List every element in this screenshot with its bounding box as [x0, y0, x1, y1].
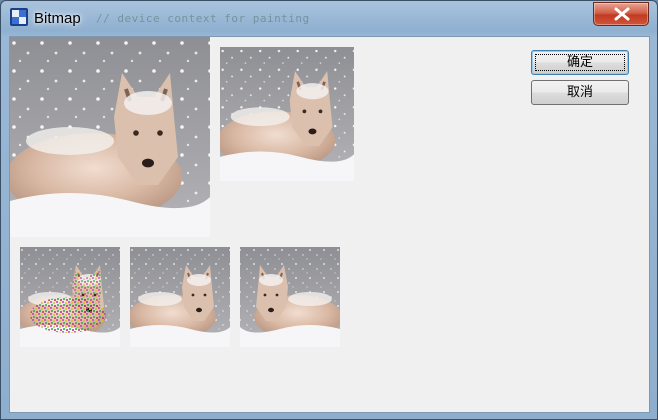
wolf-image-small-color-noise — [20, 247, 120, 347]
ok-button[interactable]: 确定 — [531, 50, 629, 75]
cancel-button[interactable]: 取消 — [531, 80, 629, 105]
wolf-image-small-mirrored — [240, 247, 340, 347]
client-area: 确定 取消 — [9, 36, 650, 413]
close-button[interactable] — [593, 2, 649, 26]
app-icon[interactable] — [9, 7, 29, 27]
cancel-button-label: 取消 — [566, 85, 593, 100]
title-ghost-text: // device context for painting — [96, 12, 310, 25]
title-bar[interactable]: Bitmap // device context for painting — [1, 1, 657, 35]
window: Bitmap // device context for painting 确定… — [0, 0, 658, 420]
wolf-image-large — [10, 37, 210, 237]
wolf-image-medium — [220, 47, 354, 181]
window-title: Bitmap — [34, 10, 81, 27]
ok-button-label: 确定 — [566, 55, 593, 70]
close-icon — [614, 7, 630, 21]
wolf-image-small-normal — [130, 247, 230, 347]
